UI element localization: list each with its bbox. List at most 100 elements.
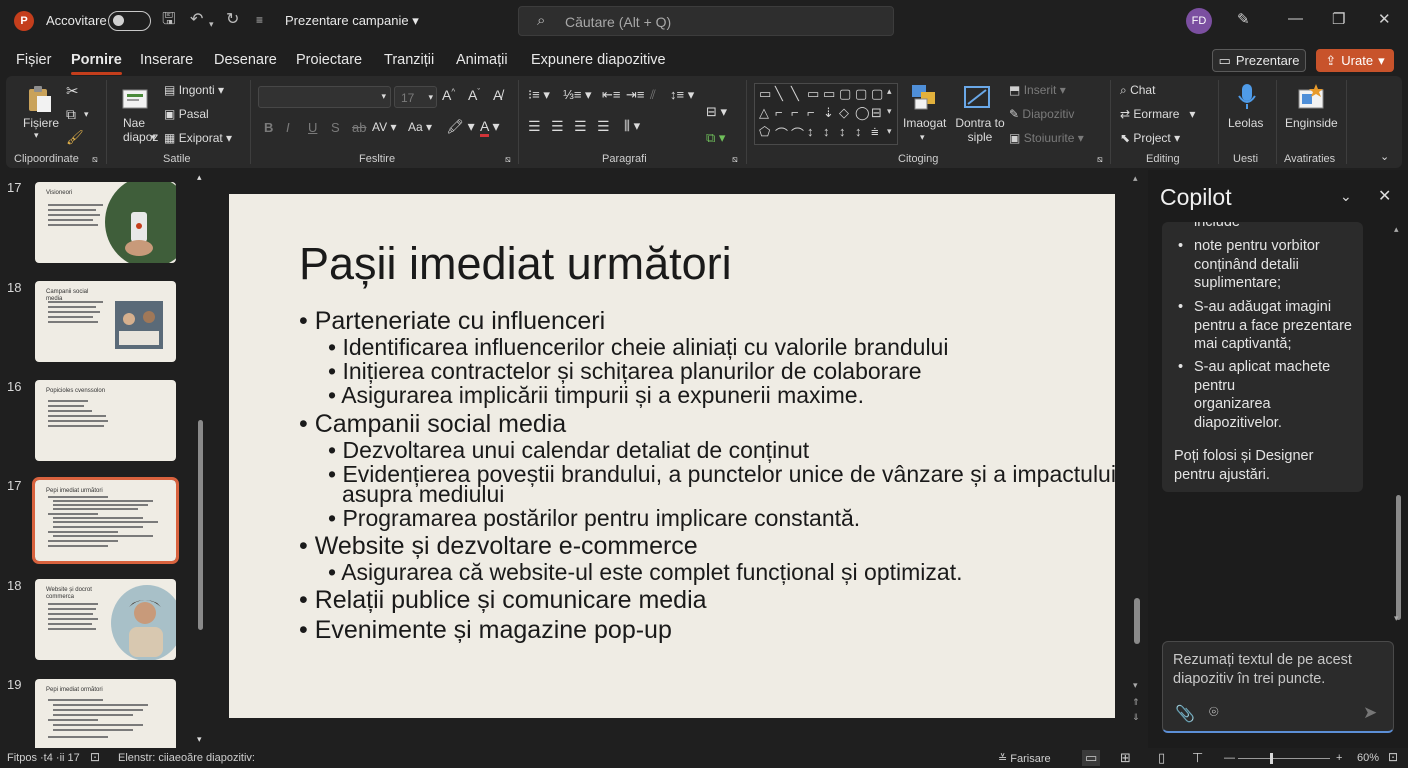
cut-icon[interactable]: ✂ bbox=[66, 82, 79, 100]
arrange-label[interactable]: Imaogat bbox=[903, 116, 946, 130]
new-slide-dropdown-icon[interactable]: ▾ bbox=[151, 132, 156, 143]
scroll-down-icon[interactable]: ▾ bbox=[197, 734, 202, 745]
present-button[interactable]: ▭ Prezentare bbox=[1212, 49, 1306, 72]
redo-icon[interactable]: ↻ bbox=[226, 10, 239, 30]
slide-canvas[interactable]: Pașii imediat următori • Parteneriate cu… bbox=[229, 194, 1116, 718]
undo-icon[interactable]: ↶ bbox=[190, 10, 203, 30]
section-button[interactable]: ▦ Exiporat ▾ bbox=[164, 131, 232, 145]
bullet-level-2[interactable]: • Inițierea contractelor și schițarea pl… bbox=[328, 360, 922, 383]
slide-thumbnail-selected[interactable]: Pepi imediat următori bbox=[32, 477, 179, 564]
slide-sorter-icon[interactable]: ⊞ bbox=[1120, 750, 1131, 766]
line-spacing-icon[interactable]: ↕≡ ▾ bbox=[670, 87, 694, 103]
drawing-launcher-icon[interactable]: ⧅ bbox=[1097, 154, 1103, 165]
close-icon[interactable]: ✕ bbox=[1378, 186, 1391, 206]
scroll-down-icon[interactable]: ▾ bbox=[1394, 613, 1399, 624]
font-color-icon[interactable]: A ▾ bbox=[480, 118, 500, 137]
smartart-icon[interactable]: ⧉ ▾ bbox=[706, 130, 725, 146]
align-right-icon[interactable]: ☰ bbox=[574, 118, 587, 135]
font-size-select[interactable]: 17 ▾ bbox=[394, 86, 437, 108]
new-slide-icon[interactable] bbox=[120, 84, 150, 114]
undo-dropdown-icon[interactable]: ▾ bbox=[209, 14, 214, 34]
increase-font-icon[interactable]: A^ bbox=[442, 87, 455, 103]
slide-thumbnail[interactable]: Pepi imediat ormători bbox=[35, 679, 176, 748]
bullets-icon[interactable]: ⁝≡ ▾ bbox=[528, 87, 550, 103]
document-title[interactable]: Prezentare campanie ▾ bbox=[285, 13, 419, 29]
fit-to-window-icon[interactable]: ⊡ bbox=[1388, 750, 1398, 764]
thumbnail-scrollbar[interactable] bbox=[198, 420, 203, 630]
zoom-out-icon[interactable]: — bbox=[1224, 752, 1235, 764]
strikethrough-icon[interactable]: ab bbox=[352, 120, 366, 135]
shapes-gallery[interactable]: ▭ ╲ ╲ ▭ ▭ ▢ ▢ ▢ △ ⌐ ⌐ ⌐ ⇣ ◇ ◯ ⊟ ⬠ ⌒ ⌒ ↕ ↕ ↕ ↕ ⩧ ▴ ▾ ▾ bbox=[754, 83, 898, 145]
clear-formatting-icon[interactable]: A̸ bbox=[493, 87, 502, 103]
dictate-label[interactable]: Leolas bbox=[1228, 116, 1263, 130]
next-slide-icon[interactable]: ⇓ bbox=[1132, 712, 1140, 723]
copilot-prompt-text[interactable]: Rezumați textul de pe acest diapozitiv în… bbox=[1173, 651, 1352, 688]
copy-dropdown-icon[interactable]: ▾ bbox=[84, 109, 89, 120]
new-slide-label[interactable]: Nae diapoz bbox=[123, 116, 158, 144]
accessibility-status[interactable]: Elenstr: ciiaeoăre diapozitiv: bbox=[118, 752, 255, 764]
zoom-level[interactable]: 60% bbox=[1357, 752, 1379, 764]
shape-outline-button[interactable]: ✎ Diapozitiv bbox=[1009, 107, 1074, 121]
underline-icon[interactable]: U bbox=[308, 120, 317, 135]
chevron-down-icon[interactable]: ⌄ bbox=[1340, 188, 1352, 205]
align-text-icon[interactable]: ⊟ ▾ bbox=[706, 104, 727, 120]
align-left-icon[interactable]: ☰ bbox=[528, 118, 541, 135]
copilot-scrollbar[interactable] bbox=[1396, 495, 1401, 620]
quick-styles-label[interactable]: Dontra to siple bbox=[952, 116, 1008, 144]
copilot-prompt-input[interactable]: Rezumați textul de pe acest diapozitiv în… bbox=[1162, 641, 1394, 733]
bullet-level-1[interactable]: • Parteneriate cu influenceri bbox=[299, 307, 605, 336]
project-button[interactable]: ⬉ Project ▾ bbox=[1120, 131, 1180, 145]
bullet-continuation[interactable]: asupra mediului bbox=[342, 483, 504, 506]
scroll-up-icon[interactable]: ▴ bbox=[197, 172, 202, 183]
bullet-level-2[interactable]: • Dezvoltarea unui calendar detaliat de … bbox=[328, 439, 809, 462]
slide-thumbnail[interactable]: Visioneori bbox=[35, 182, 176, 263]
paste-dropdown-icon[interactable]: ▾ bbox=[34, 130, 39, 141]
copy-icon[interactable]: ⧉ bbox=[66, 106, 76, 123]
reading-view-icon[interactable]: ▯ bbox=[1158, 750, 1165, 766]
paste-button-label[interactable]: Fișiere bbox=[23, 116, 59, 130]
tab-animations[interactable]: Animații bbox=[456, 52, 508, 68]
camera-icon[interactable]: ⌾ bbox=[1209, 704, 1219, 722]
format-button[interactable]: ⇄ Eormare ▾ bbox=[1120, 107, 1195, 121]
slide-thumbnail[interactable]: Website și docrot commerca bbox=[35, 579, 176, 660]
tab-file[interactable]: Fișier bbox=[16, 52, 51, 68]
zoom-slider[interactable] bbox=[1238, 758, 1330, 759]
share-button[interactable]: ⇪ Urate ▾ bbox=[1316, 49, 1394, 72]
bullet-level-2[interactable]: • Asigurarea implicării timpurii și a ex… bbox=[328, 384, 864, 407]
clipboard-launcher-icon[interactable]: ⧅ bbox=[92, 154, 98, 165]
normal-view-icon[interactable]: ▭ bbox=[1082, 750, 1101, 766]
close-icon[interactable]: ✕ bbox=[1378, 10, 1391, 28]
avatar[interactable]: FD bbox=[1186, 8, 1212, 34]
paragraph-launcher-icon[interactable]: ⧅ bbox=[732, 154, 738, 165]
zoom-slider-handle[interactable] bbox=[1270, 753, 1273, 764]
arrange-dropdown-icon[interactable]: ▾ bbox=[920, 132, 925, 143]
search-box[interactable]: ⌕ Căutare (Alt + Q) bbox=[518, 6, 894, 36]
highlight-icon[interactable]: 🖍 ▾ bbox=[446, 118, 475, 135]
align-center-icon[interactable]: ☰ bbox=[551, 118, 564, 135]
pen-icon[interactable]: ✎ bbox=[1237, 10, 1250, 28]
bold-icon[interactable]: B bbox=[264, 120, 273, 135]
reset-button[interactable]: ▣ Pasal bbox=[164, 107, 209, 121]
microphone-icon[interactable] bbox=[1232, 82, 1262, 112]
tab-insert[interactable]: Inserare bbox=[140, 52, 193, 68]
columns-icon[interactable]: ⫼ ▾ bbox=[624, 118, 640, 134]
bullet-level-1[interactable]: • Evenimente și magazine pop-up bbox=[299, 616, 672, 645]
zoom-in-icon[interactable]: + bbox=[1336, 752, 1342, 764]
accessibility-icon[interactable]: ⊡ bbox=[90, 750, 100, 764]
slideshow-icon[interactable]: ⊤ bbox=[1192, 750, 1203, 766]
justify-icon[interactable]: ☰ bbox=[597, 118, 610, 135]
send-icon[interactable]: ➤ bbox=[1363, 703, 1377, 723]
decrease-font-icon[interactable]: Aˇ bbox=[468, 87, 480, 103]
tab-transitions[interactable]: Tranziții bbox=[384, 52, 434, 68]
layout-button[interactable]: ▤ Ingonti ▾ bbox=[164, 83, 224, 97]
font-family-select[interactable]: ▾ bbox=[258, 86, 391, 108]
character-spacing-icon[interactable]: AV ▾ bbox=[372, 120, 396, 134]
italic-icon[interactable]: I bbox=[286, 120, 290, 135]
collapse-ribbon-icon[interactable]: ⌄ bbox=[1380, 150, 1389, 163]
numbering-icon[interactable]: ⅓≡ ▾ bbox=[563, 87, 592, 103]
designer-label[interactable]: Enginside bbox=[1285, 116, 1338, 130]
tab-design[interactable]: Proiectare bbox=[296, 52, 362, 68]
text-direction-icon[interactable]: ⫽ bbox=[650, 87, 656, 103]
shape-effects-button[interactable]: ▣ Stoiuurite ▾ bbox=[1009, 131, 1084, 145]
arrange-icon[interactable] bbox=[909, 82, 939, 112]
